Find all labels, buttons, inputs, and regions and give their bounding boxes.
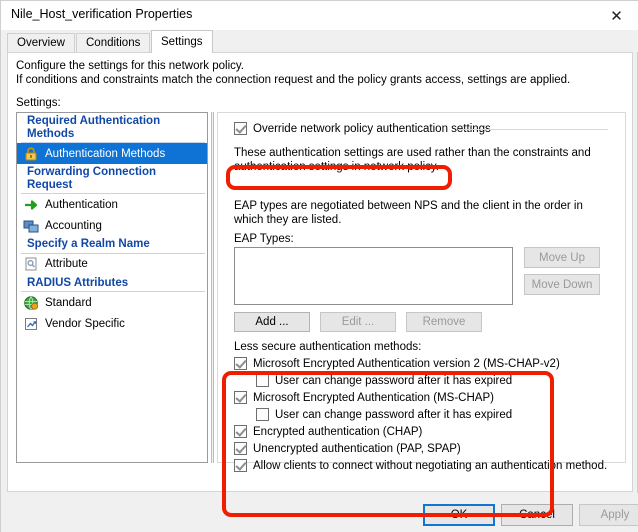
checkbox-label: Microsoft Encrypted Authentication (MS-C…: [253, 391, 494, 404]
attribute-icon: [23, 256, 39, 272]
checkbox-box: [234, 391, 247, 404]
sidebar-item-label: Authentication: [45, 198, 118, 211]
less-secure-option[interactable]: Encrypted authentication (CHAP): [234, 425, 614, 438]
authentication-methods-panel: Override network policy authentication s…: [217, 112, 626, 472]
tab-strip: Overview Conditions Settings: [1, 30, 638, 53]
checkbox-box: [234, 122, 247, 135]
green-arrow-icon: [23, 197, 39, 213]
sidebar-item-label: Standard: [45, 296, 92, 309]
button-label: Cancel: [519, 509, 555, 521]
tab-label: Conditions: [86, 37, 141, 49]
checkbox-label: User can change password after it has ex…: [275, 374, 513, 387]
apply-button[interactable]: Apply: [579, 504, 638, 526]
sidebar-item-label: Authentication Methods: [45, 147, 166, 160]
override-description: These authentication settings are used r…: [234, 147, 591, 173]
less-secure-option[interactable]: User can change password after it has ex…: [256, 374, 614, 387]
tab-conditions[interactable]: Conditions: [76, 33, 151, 52]
less-secure-header: Less secure authentication methods:: [234, 341, 422, 353]
remove-button[interactable]: Remove: [406, 312, 482, 332]
panel-splitter[interactable]: [211, 112, 214, 463]
edit-button[interactable]: Edit ...: [320, 312, 396, 332]
eap-description: EAP types are negotiated between NPS and…: [234, 200, 583, 226]
globe-icon: [23, 295, 39, 311]
sidebar-item-label: Vendor Specific: [45, 317, 125, 330]
less-secure-option[interactable]: Unencrypted authentication (PAP, SPAP): [234, 442, 614, 455]
sidebar-item-authentication-methods[interactable]: Authentication Methods: [17, 143, 207, 164]
page-description-line1: Configure the settings for this network …: [16, 60, 244, 72]
less-secure-option[interactable]: Microsoft Encrypted Authentication versi…: [234, 357, 614, 370]
accounting-icon: [23, 218, 39, 234]
checkbox-label: User can change password after it has ex…: [275, 408, 513, 421]
tab-label: Overview: [17, 37, 65, 49]
sidebar-item-label: Accounting: [45, 219, 102, 232]
nav-group-header: Required Authentication Methods: [21, 113, 205, 143]
checkbox-label: Encrypted authentication (CHAP): [253, 425, 423, 438]
checkbox-box: [234, 459, 247, 472]
checkbox-box: [234, 357, 247, 370]
checkbox-box: [234, 442, 247, 455]
checkbox-label: Microsoft Encrypted Authentication versi…: [253, 357, 560, 370]
less-secure-options-list: Microsoft Encrypted Authentication versi…: [234, 357, 614, 472]
vendor-specific-icon: [23, 316, 39, 332]
button-label: Remove: [422, 316, 466, 328]
checkbox-box: [234, 425, 247, 438]
nav-group-header: Forwarding Connection Request: [21, 164, 205, 194]
button-label: Edit ...: [341, 316, 375, 328]
tab-settings[interactable]: Settings: [151, 30, 213, 53]
title-bar: Nile_Host_verification Properties ✕: [1, 1, 638, 30]
button-label: OK: [450, 509, 468, 521]
move-down-button[interactable]: Move Down: [524, 274, 600, 295]
properties-dialog: Nile_Host_verification Properties ✕ Over…: [0, 0, 638, 532]
sidebar-item-standard[interactable]: Standard: [17, 292, 207, 313]
page-description-line2: If conditions and constraints match the …: [16, 74, 571, 86]
eap-types-label: EAP Types:: [234, 233, 294, 245]
ok-button[interactable]: OK: [423, 504, 495, 526]
button-label: Add ...: [255, 316, 289, 328]
sidebar-item-accounting[interactable]: Accounting: [17, 215, 207, 236]
less-secure-option[interactable]: Microsoft Encrypted Authentication (MS-C…: [234, 391, 614, 404]
eap-types-listbox[interactable]: [234, 247, 513, 305]
dialog-footer: OK Cancel Apply: [1, 493, 638, 532]
override-network-policy-checkbox[interactable]: Override network policy authentication s…: [234, 122, 491, 135]
checkbox-box: [256, 408, 269, 421]
lock-icon: [23, 146, 39, 162]
checkbox-label: Allow clients to connect without negotia…: [253, 459, 608, 472]
less-secure-option[interactable]: User can change password after it has ex…: [256, 408, 614, 421]
settings-navigation-tree[interactable]: Required Authentication Methods Authentic…: [16, 112, 208, 463]
checkbox-label: Override network policy authentication s…: [253, 122, 491, 135]
sidebar-item-vendor-specific[interactable]: Vendor Specific: [17, 313, 207, 334]
group-separator: [458, 129, 608, 130]
tab-overview[interactable]: Overview: [7, 33, 75, 52]
checkbox-box: [256, 374, 269, 387]
settings-page: Configure the settings for this network …: [7, 52, 633, 517]
button-label: Move Up: [538, 251, 586, 264]
checkbox-label: Unencrypted authentication (PAP, SPAP): [253, 442, 461, 455]
add-button[interactable]: Add ...: [234, 312, 310, 332]
cancel-button[interactable]: Cancel: [501, 504, 573, 526]
move-up-button[interactable]: Move Up: [524, 247, 600, 268]
button-label: Move Down: [531, 278, 593, 291]
nav-group-header: Specify a Realm Name: [21, 236, 205, 254]
close-icon[interactable]: ✕: [594, 1, 638, 30]
less-secure-option[interactable]: Allow clients to connect without negotia…: [234, 459, 614, 472]
settings-label: Settings:: [16, 97, 61, 109]
button-label: Apply: [600, 509, 630, 521]
window-title: Nile_Host_verification Properties: [11, 7, 193, 21]
less-secure-methods-group: Less secure authentication methods: Micr…: [234, 341, 614, 476]
tab-label: Settings: [161, 36, 203, 48]
sidebar-item-label: Attribute: [45, 258, 88, 270]
nav-group-header: RADIUS Attributes: [21, 275, 205, 292]
sidebar-item-attribute[interactable]: Attribute: [17, 254, 207, 275]
sidebar-item-authentication[interactable]: Authentication: [17, 194, 207, 215]
